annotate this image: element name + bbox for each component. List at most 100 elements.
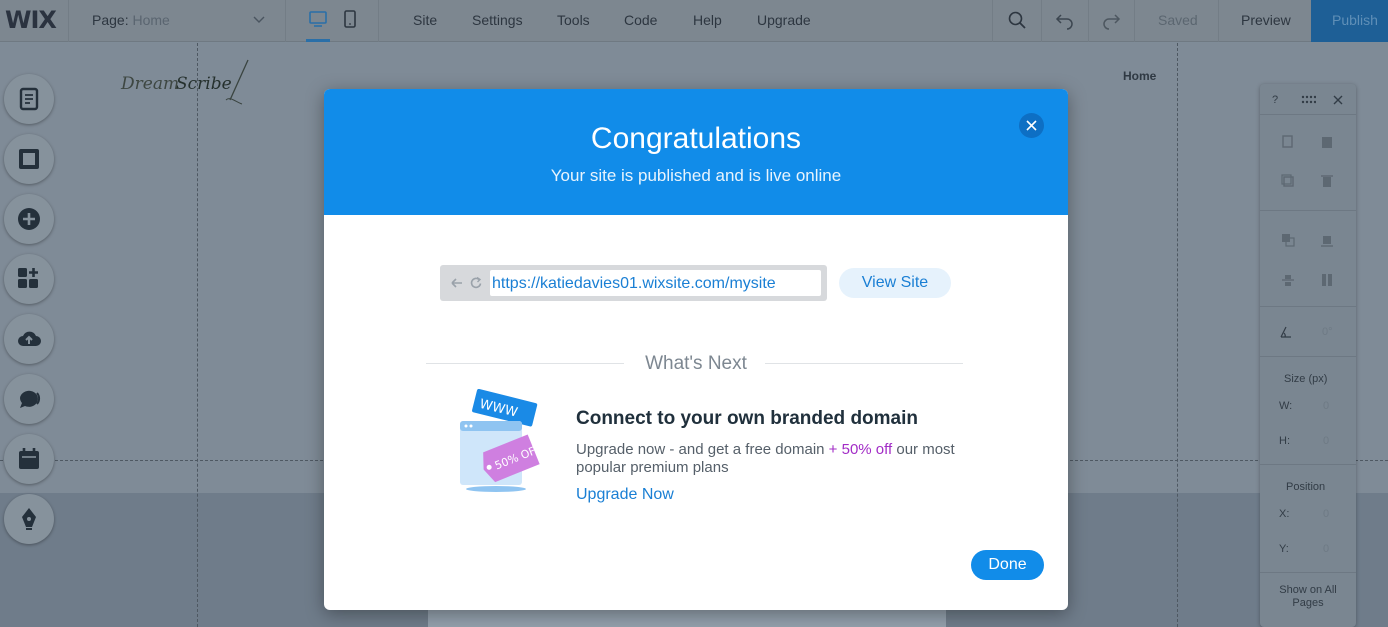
dialog-close-button[interactable] bbox=[1019, 113, 1044, 138]
y-label: Y: bbox=[1279, 543, 1289, 555]
site-logo-word: Scribe bbox=[176, 74, 232, 94]
divider bbox=[1260, 356, 1356, 357]
page-selector-label: Page: bbox=[92, 12, 129, 28]
domain-promo-illustration: WWW 50% OFF bbox=[460, 389, 543, 492]
divider bbox=[1260, 464, 1356, 465]
blog-pen-icon bbox=[22, 508, 36, 530]
divider bbox=[1088, 0, 1089, 42]
background-icon bbox=[19, 149, 39, 169]
dialog-subtitle: Your site is published and is live onlin… bbox=[550, 166, 842, 185]
x-label: X: bbox=[1279, 508, 1290, 520]
menu-settings[interactable]: Settings bbox=[472, 12, 523, 28]
size-label: Size (px) bbox=[1284, 373, 1328, 385]
wix-logo[interactable]: WIX bbox=[5, 6, 57, 34]
grid-guide bbox=[197, 43, 198, 627]
promo-discount-highlight: + 50% off bbox=[828, 441, 893, 458]
whats-next-heading: What's Next bbox=[645, 353, 747, 374]
properties-panel: ? 0° Size (px) W: 0 H: 0 Position X: 0 Y… bbox=[1260, 84, 1356, 627]
add-apps-button[interactable] bbox=[4, 254, 54, 304]
done-button[interactable]: Done bbox=[971, 550, 1044, 580]
match-size-icon[interactable] bbox=[1319, 272, 1335, 288]
menu-tools[interactable]: Tools bbox=[557, 12, 590, 28]
back-refresh-icon bbox=[451, 276, 482, 289]
divider bbox=[1041, 0, 1042, 42]
add-apps-icon bbox=[18, 268, 38, 288]
arrange-icon[interactable] bbox=[1280, 232, 1296, 248]
paste-icon[interactable] bbox=[1319, 134, 1335, 150]
zoom-icon[interactable] bbox=[1007, 10, 1027, 30]
blog-button[interactable] bbox=[4, 494, 54, 544]
width-label: W: bbox=[1279, 400, 1293, 412]
panel-help-icon[interactable]: ? bbox=[1272, 94, 1278, 106]
chevron-down-icon[interactable] bbox=[252, 12, 266, 26]
divider bbox=[1260, 306, 1356, 307]
rotate-angle-icon bbox=[1280, 326, 1291, 338]
trash-icon[interactable] bbox=[1319, 173, 1335, 189]
site-logo[interactable]: Dream Scribe bbox=[118, 56, 258, 112]
divider bbox=[1260, 114, 1356, 115]
site-nav-home[interactable]: Home bbox=[1123, 69, 1156, 83]
divider bbox=[992, 0, 993, 42]
background-button[interactable] bbox=[4, 134, 54, 184]
divider bbox=[285, 0, 286, 42]
publish-success-dialog: Congratulations Your site is published a… bbox=[324, 89, 1068, 610]
save-status[interactable]: Saved bbox=[1158, 12, 1198, 28]
upload-button[interactable] bbox=[4, 314, 54, 364]
preview-button[interactable]: Preview bbox=[1241, 12, 1291, 28]
mobile-icon[interactable] bbox=[340, 9, 360, 29]
promo-text-part: Upgrade now - and get a free domain bbox=[576, 441, 825, 458]
height-label: H: bbox=[1279, 435, 1290, 447]
close-icon[interactable] bbox=[1330, 92, 1346, 108]
pages-button[interactable] bbox=[4, 74, 54, 124]
grid-guide bbox=[1177, 43, 1178, 627]
dialog-header: Congratulations Your site is published a… bbox=[324, 89, 1068, 215]
bookings-icon bbox=[19, 448, 39, 469]
divider bbox=[1134, 0, 1135, 42]
promo-title: Connect to your own branded domain bbox=[576, 408, 918, 429]
desktop-icon[interactable] bbox=[308, 9, 328, 29]
add-icon bbox=[18, 208, 40, 230]
show-on-all-pages-label[interactable]: Show on All Pages bbox=[1268, 584, 1348, 610]
page-selector-value: Home bbox=[132, 12, 170, 28]
view-site-button[interactable]: View Site bbox=[839, 268, 951, 298]
dialog-title: Congratulations bbox=[590, 122, 802, 155]
x-value[interactable]: 0 bbox=[1323, 508, 1329, 520]
angle-value[interactable]: 0° bbox=[1322, 326, 1333, 338]
drag-handle-icon[interactable] bbox=[1300, 92, 1316, 108]
upgrade-now-link[interactable]: Upgrade Now bbox=[576, 486, 674, 504]
divider bbox=[378, 0, 379, 42]
browser-bar: https://katiedavies01.wixsite.com/mysite bbox=[440, 265, 827, 301]
copy-icon[interactable] bbox=[1280, 134, 1296, 150]
divider bbox=[68, 0, 69, 42]
undo-icon[interactable] bbox=[1055, 10, 1075, 30]
page-selector[interactable]: Page: Home bbox=[92, 12, 170, 28]
pages-icon bbox=[19, 87, 39, 111]
redo-icon[interactable] bbox=[1101, 10, 1121, 30]
menu-site[interactable]: Site bbox=[413, 12, 437, 28]
menu-code[interactable]: Code bbox=[624, 12, 657, 28]
active-device-indicator bbox=[306, 39, 330, 42]
y-value[interactable]: 0 bbox=[1323, 543, 1329, 555]
menu-upgrade[interactable]: Upgrade bbox=[757, 12, 811, 28]
publish-button[interactable]: Publish bbox=[1311, 0, 1388, 42]
width-value[interactable]: 0 bbox=[1323, 400, 1329, 412]
divider bbox=[1260, 572, 1356, 573]
distribute-icon[interactable] bbox=[1280, 272, 1296, 288]
site-url-field[interactable]: https://katiedavies01.wixsite.com/mysite bbox=[490, 270, 821, 296]
bookings-button[interactable] bbox=[4, 434, 54, 484]
upload-icon bbox=[18, 331, 41, 346]
divider bbox=[1218, 0, 1219, 42]
menu-help[interactable]: Help bbox=[693, 12, 722, 28]
chat-button[interactable] bbox=[4, 374, 54, 424]
divider bbox=[1260, 210, 1356, 211]
close-icon bbox=[1026, 120, 1037, 131]
position-label: Position bbox=[1286, 481, 1326, 493]
duplicate-icon[interactable] bbox=[1280, 173, 1296, 189]
editor-topbar: WIX Page: Home Site Settings Tools Code … bbox=[0, 0, 1388, 42]
chat-icon bbox=[20, 390, 40, 408]
promo-description: Upgrade now - and get a free domain + 50… bbox=[576, 441, 976, 477]
height-value[interactable]: 0 bbox=[1323, 435, 1329, 447]
site-logo-word: Dream bbox=[120, 74, 179, 94]
align-icon[interactable] bbox=[1319, 232, 1335, 248]
add-button[interactable] bbox=[4, 194, 54, 244]
